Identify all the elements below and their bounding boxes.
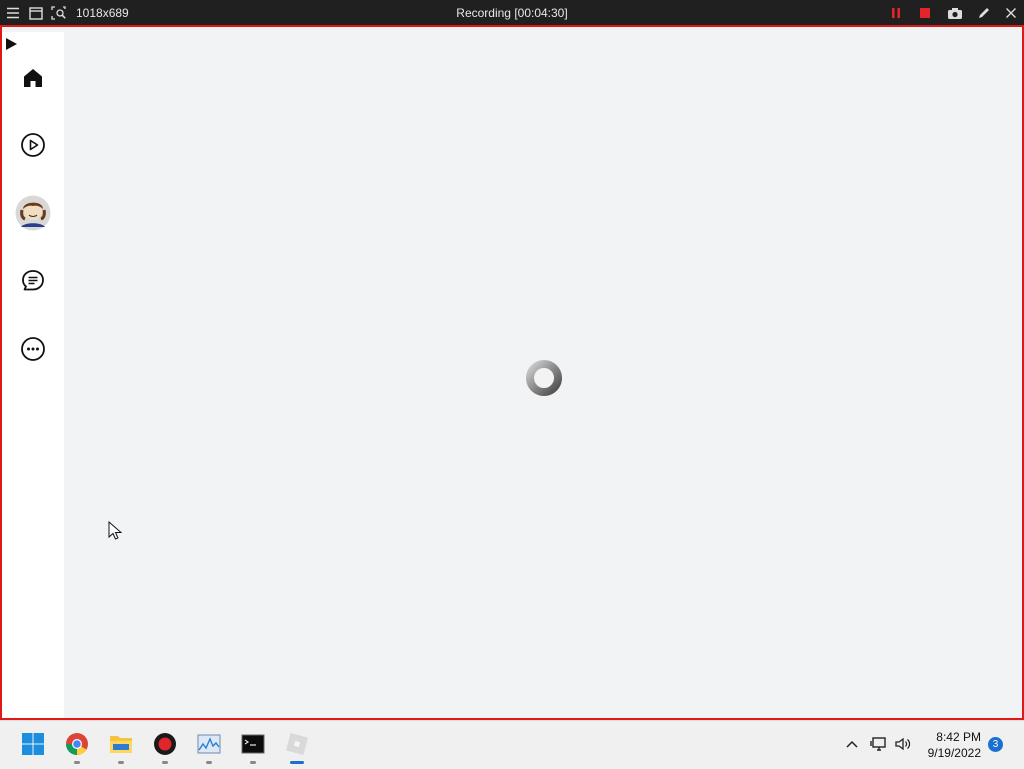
clock-time: 8:42 PM (936, 730, 981, 744)
chat-icon (20, 268, 46, 299)
pause-icon[interactable] (887, 4, 905, 22)
running-indicator (118, 761, 124, 764)
network-icon[interactable] (870, 735, 888, 753)
capture-frame (0, 25, 1024, 720)
resource-monitor-icon[interactable] (196, 731, 222, 764)
recording-status: Recording [00:04:30] (456, 6, 568, 20)
running-indicator (206, 761, 212, 764)
chevron-up-icon[interactable] (843, 735, 861, 753)
recorder-toolbar: 1018x689 Recording [00:04:30] (0, 0, 1024, 26)
system-clock[interactable]: 8:42 PM 9/19/2022 (928, 729, 981, 761)
home-button[interactable] (15, 62, 51, 98)
camera-icon[interactable] (946, 4, 964, 22)
volume-icon[interactable] (894, 735, 912, 753)
terminal-icon[interactable] (240, 731, 266, 764)
record-icon[interactable] (152, 731, 178, 764)
roblox-icon[interactable] (284, 731, 310, 764)
more-button[interactable] (15, 333, 51, 369)
clock-date: 9/19/2022 (927, 746, 981, 760)
notification-badge[interactable]: 3 (988, 737, 1003, 752)
mouse-cursor-icon (108, 520, 123, 546)
play-icon (20, 132, 46, 163)
file-explorer-icon[interactable] (108, 731, 134, 764)
running-indicator (74, 761, 80, 764)
cursor-marker-icon (5, 37, 19, 58)
active-indicator (290, 761, 304, 764)
stop-icon[interactable] (916, 4, 934, 22)
close-icon[interactable] (1002, 4, 1020, 22)
more-icon (20, 336, 46, 367)
pen-icon[interactable] (975, 4, 993, 22)
taskbar: 8:42 PM 9/19/2022 3 (0, 720, 1024, 769)
running-indicator (250, 761, 256, 764)
loading-spinner (523, 357, 565, 399)
avatar-button[interactable] (15, 195, 51, 236)
chrome-icon[interactable] (64, 731, 90, 764)
discover-button[interactable] (15, 129, 51, 165)
chat-button[interactable] (15, 265, 51, 301)
start-icon[interactable] (20, 731, 46, 757)
app-sidebar (2, 32, 64, 718)
running-indicator (162, 761, 168, 764)
avatar (15, 195, 51, 236)
home-icon (21, 66, 45, 95)
